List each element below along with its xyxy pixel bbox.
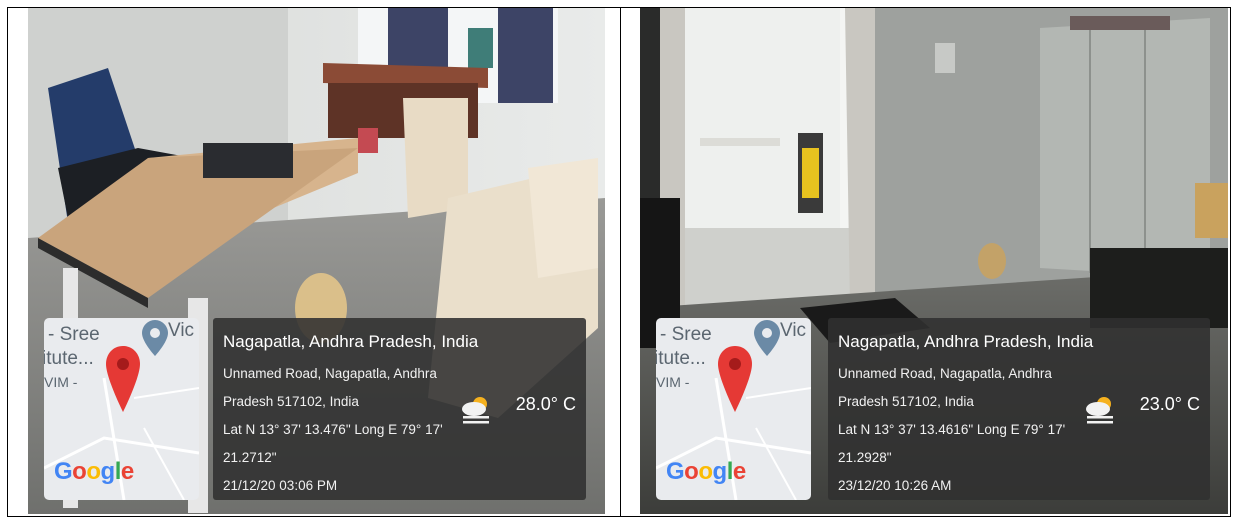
map-label-sree: - Sree — [660, 324, 712, 345]
coordinates-line-2: 21.2712" — [223, 450, 277, 465]
temperature-reading: 28.0° C — [515, 394, 576, 414]
temperature-reading: 23.0° C — [1139, 394, 1200, 414]
location-info-card: Nagapatla, Andhra Pradesh, India Unnamed… — [828, 318, 1210, 500]
map-label-vic: Vic — [780, 320, 807, 341]
google-logo: Google — [54, 458, 134, 485]
location-pin-icon — [718, 346, 752, 412]
address-line-2: Pradesh 517102, India — [223, 394, 359, 409]
capture-datetime: 21/12/20 03:06 PM — [223, 478, 338, 493]
map-label-vim: VIM - — [656, 374, 690, 390]
address-line-2: Pradesh 517102, India — [838, 394, 974, 409]
place-name: Nagapatla, Andhra Pradesh, India — [223, 332, 479, 351]
photo-office-desk: - Sree itute... VIM - Vic Google Nagapat… — [28, 8, 605, 514]
map-label-institute: itute... — [656, 348, 706, 369]
gray-map-pin-icon — [142, 320, 168, 356]
map-label-sree: - Sree — [48, 324, 100, 345]
partly-cloudy-icon — [1086, 397, 1113, 424]
location-map: - Sree itute... VIM - Vic Google — [656, 318, 811, 500]
coordinates-line-1: Lat N 13° 37' 13.476" Long E 79° 17' — [223, 422, 443, 437]
google-logo: Google — [666, 458, 746, 485]
address-line-1: Unnamed Road, Nagapatla, Andhra — [838, 366, 1052, 381]
address-line-1: Unnamed Road, Nagapatla, Andhra — [223, 366, 437, 381]
capture-datetime: 23/12/20 10:26 AM — [838, 478, 952, 493]
partly-cloudy-icon — [462, 397, 489, 424]
gray-map-pin-icon — [754, 320, 780, 356]
coordinates-line-1: Lat N 13° 37' 13.4616" Long E 79° 17' — [838, 422, 1066, 437]
map-label-institute: itute... — [44, 348, 94, 369]
coordinates-line-2: 21.2928" — [838, 450, 892, 465]
place-name: Nagapatla, Andhra Pradesh, India — [838, 332, 1094, 351]
location-pin-icon — [106, 346, 140, 412]
location-map: - Sree itute... VIM - Vic Google — [44, 318, 199, 500]
location-info-card: Nagapatla, Andhra Pradesh, India Unnamed… — [213, 318, 586, 500]
photo-office-doorway: - Sree itute... VIM - Vic Google Nagapat… — [640, 8, 1228, 514]
map-label-vic: Vic — [168, 320, 195, 341]
map-label-vim: VIM - — [44, 374, 78, 390]
